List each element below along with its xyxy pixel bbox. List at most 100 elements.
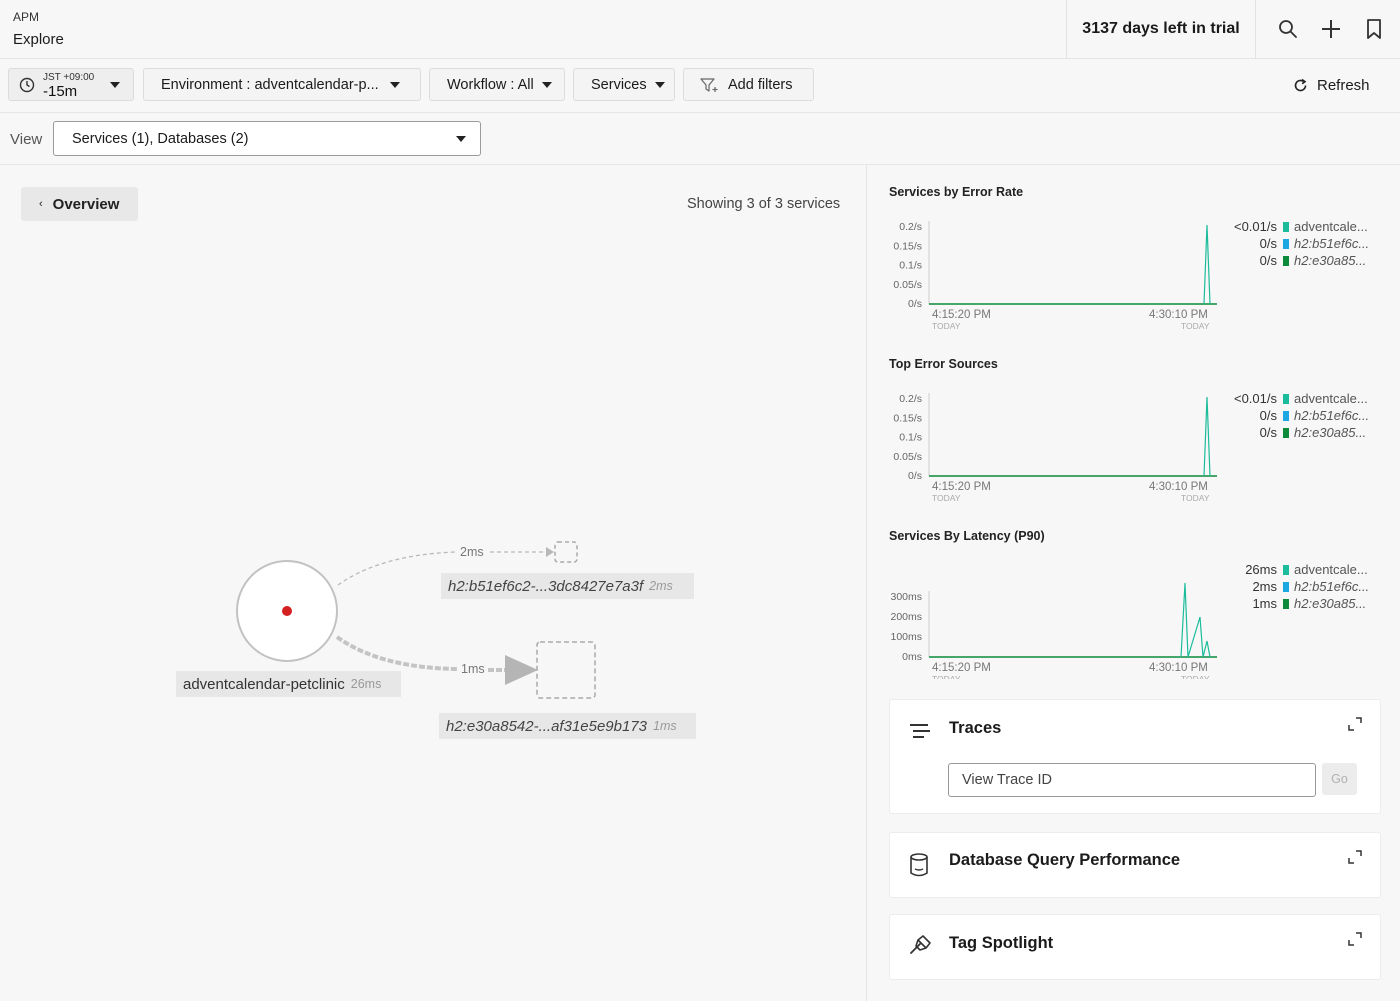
chart-latency: Services By Latency (P90) 300ms 200ms 100m… bbox=[889, 529, 1389, 679]
series-line-spike bbox=[1180, 582, 1211, 658]
legend-name: adventcale... bbox=[1294, 219, 1368, 234]
services-filter[interactable]: Services bbox=[573, 68, 675, 101]
page-title: Explore bbox=[13, 31, 64, 48]
chart-plot[interactable]: 0.2/s0.15/s0.1/s0.05/s0/s4:15:20 PMTODAY… bbox=[889, 357, 1229, 507]
edge-arrow-2 bbox=[505, 655, 538, 685]
chevron-down-icon bbox=[110, 82, 120, 88]
x-tick-label: 4:30:10 PM bbox=[1149, 662, 1208, 674]
legend-value: 0/s bbox=[1259, 253, 1277, 268]
database-query-performance-title: Database Query Performance bbox=[949, 851, 1181, 869]
legend-swatch bbox=[1283, 255, 1289, 266]
legend-item[interactable]: 0/s h2:e30a85... bbox=[1229, 252, 1369, 269]
y-tick-label: 0.1/s bbox=[899, 260, 922, 272]
legend-item[interactable]: 2ms h2:b51ef6c... bbox=[1229, 578, 1369, 595]
filter-bar: JST +09:00 -15m Environment : adventcale… bbox=[0, 59, 1400, 113]
trace-id-input[interactable] bbox=[948, 763, 1316, 797]
db-node-1-label[interactable]: h2:b51ef6c2-...3dc8427e7a3f 2ms bbox=[441, 573, 694, 599]
legend-swatch bbox=[1283, 238, 1289, 249]
traces-title: Traces bbox=[949, 719, 1002, 737]
chart-plot[interactable]: 300ms200ms100ms0ms4:15:20 PMTODAY4:30:10… bbox=[889, 529, 1229, 679]
expand-icon[interactable] bbox=[1348, 850, 1362, 869]
right-panel: Services by Error Rate 0.2/s 0.15/s 0.1/s 0… bbox=[868, 165, 1400, 1001]
service-name: adventcalendar-petclinic bbox=[183, 675, 345, 693]
edge-to-db-1 bbox=[337, 551, 456, 586]
spotlight-icon bbox=[908, 934, 932, 961]
legend-item[interactable]: 26ms adventcale... bbox=[1229, 561, 1369, 578]
series-line-spike bbox=[1203, 224, 1211, 305]
edge-label-2: 1ms bbox=[461, 662, 485, 676]
legend-value: 0/s bbox=[1259, 236, 1277, 251]
workflow-filter[interactable]: Workflow : All bbox=[429, 68, 565, 101]
database-icon bbox=[908, 853, 930, 882]
y-tick-label: 300ms bbox=[890, 591, 922, 603]
x-tick-sublabel: TODAY bbox=[932, 493, 961, 503]
service-node-label[interactable]: adventcalendar-petclinic 26ms bbox=[176, 671, 401, 697]
y-tick-label: 0.05/s bbox=[893, 451, 922, 463]
x-tick-sublabel: TODAY bbox=[1181, 493, 1210, 503]
legend-name: h2:b51ef6c... bbox=[1294, 408, 1370, 423]
legend-value: 2ms bbox=[1252, 579, 1277, 594]
refresh-button[interactable]: Refresh bbox=[1293, 77, 1370, 94]
chevron-down-icon bbox=[456, 136, 466, 142]
view-select[interactable]: Services (1), Databases (2) bbox=[53, 121, 481, 156]
legend-name: adventcale... bbox=[1294, 562, 1368, 577]
service-latency: 26ms bbox=[350, 677, 382, 691]
services-filter-label: Services bbox=[591, 76, 647, 93]
db-1-name: h2:b51ef6c2-...3dc8427e7a3f bbox=[448, 577, 644, 595]
legend-item[interactable]: 0/s h2:e30a85... bbox=[1229, 424, 1369, 441]
add-filters-label: Add filters bbox=[728, 76, 793, 93]
database-query-performance-card[interactable]: Database Query Performance bbox=[889, 832, 1381, 898]
tag-spotlight-card[interactable]: Tag Spotlight bbox=[889, 914, 1381, 980]
legend-item[interactable]: 1ms h2:e30a85... bbox=[1229, 595, 1369, 612]
traces-card: Traces Go bbox=[889, 699, 1381, 814]
legend-swatch bbox=[1283, 221, 1289, 232]
chart-plot[interactable]: 0.2/s0.15/s0.1/s0.05/s0/s4:15:20 PMTODAY… bbox=[889, 185, 1229, 335]
db-node-2-label[interactable]: h2:e30a8542-...af31e5e9b173 1ms bbox=[439, 713, 696, 739]
add-filters-button[interactable]: Add filters bbox=[683, 68, 814, 101]
search-icon[interactable] bbox=[1274, 15, 1302, 43]
breadcrumb[interactable]: APM bbox=[13, 10, 39, 24]
view-label: View bbox=[10, 131, 43, 148]
workflow-filter-label: Workflow : All bbox=[447, 76, 534, 93]
db-1-latency: 2ms bbox=[649, 579, 673, 593]
legend-swatch bbox=[1283, 393, 1289, 404]
refresh-label: Refresh bbox=[1317, 77, 1370, 94]
legend-item[interactable]: <0.01/s adventcale... bbox=[1229, 218, 1369, 235]
environment-filter[interactable]: Environment : adventcalendar-p... bbox=[143, 68, 421, 101]
chevron-down-icon bbox=[389, 81, 400, 88]
legend-value: <0.01/s bbox=[1233, 219, 1277, 234]
y-tick-label: 0ms bbox=[902, 651, 922, 663]
legend-item[interactable]: 0/s h2:b51ef6c... bbox=[1229, 235, 1370, 252]
y-tick-label: 0/s bbox=[908, 470, 922, 482]
x-tick-sublabel: TODAY bbox=[932, 674, 961, 679]
refresh-icon bbox=[1293, 78, 1308, 93]
bookmark-icon[interactable] bbox=[1360, 15, 1388, 43]
x-tick-sublabel: TODAY bbox=[932, 321, 961, 331]
y-tick-label: 0.15/s bbox=[893, 240, 922, 252]
go-button[interactable]: Go bbox=[1322, 763, 1357, 795]
y-tick-label: 0/s bbox=[908, 298, 922, 310]
time-zone: JST +09:00 bbox=[43, 72, 95, 83]
filter-icon bbox=[700, 77, 720, 93]
legend-swatch bbox=[1283, 410, 1289, 421]
chart-legend: <0.01/s adventcale... 0/s h2:b51ef6c... 0/s h… bbox=[1229, 390, 1369, 441]
legend-swatch bbox=[1283, 581, 1289, 592]
legend-value: 0/s bbox=[1259, 425, 1277, 440]
x-tick-label: 4:30:10 PM bbox=[1149, 481, 1208, 493]
list-icon bbox=[908, 721, 932, 746]
legend-swatch bbox=[1283, 598, 1289, 609]
time-range-picker[interactable]: JST +09:00 -15m bbox=[8, 68, 134, 101]
legend-name: h2:e30a85... bbox=[1294, 425, 1367, 440]
edge-arrow-1 bbox=[546, 547, 554, 557]
x-tick-label: 4:15:20 PM bbox=[932, 481, 991, 493]
series-line-spike bbox=[1203, 396, 1211, 477]
y-tick-label: 100ms bbox=[890, 631, 922, 643]
chart-legend: 26ms adventcale... 2ms h2:b51ef6c... 1ms h2:e… bbox=[1229, 561, 1369, 612]
plus-icon[interactable] bbox=[1317, 15, 1345, 43]
edge-to-db-2 bbox=[335, 635, 459, 671]
legend-item[interactable]: 0/s h2:b51ef6c... bbox=[1229, 407, 1370, 424]
expand-icon[interactable] bbox=[1348, 717, 1362, 736]
legend-item[interactable]: <0.01/s adventcale... bbox=[1229, 390, 1369, 407]
expand-icon[interactable] bbox=[1348, 932, 1362, 951]
trial-status[interactable]: 3137 days left in trial bbox=[1066, 0, 1256, 58]
